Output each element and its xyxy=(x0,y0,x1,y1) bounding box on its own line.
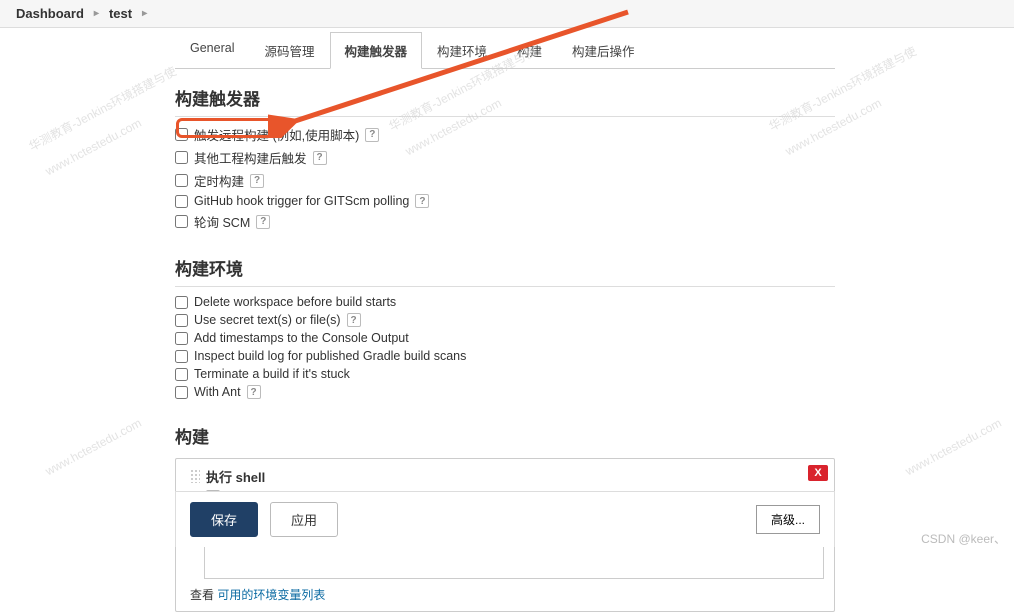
env-vars-hint: 查看 可用的环境变量列表 xyxy=(190,586,325,603)
env-delete-ws-checkbox[interactable] xyxy=(175,296,188,309)
trigger-remote-row[interactable]: 触发远程构建 (例如,使用脚本) ? xyxy=(175,123,835,146)
breadcrumb: Dashboard ▸ test ▸ xyxy=(0,0,1014,28)
csdn-watermark: CSDN @keer、 xyxy=(921,530,1006,547)
section-title-build: 构建 xyxy=(175,413,835,454)
trigger-after-checkbox[interactable] xyxy=(175,151,188,164)
watermark-text: www.hctestedu.com xyxy=(903,416,1004,478)
watermark-text: 华测教育-Jenkins环境搭建与使 xyxy=(26,62,179,154)
chevron-right-icon: ▸ xyxy=(142,8,147,19)
env-secret-label: Use secret text(s) or file(s) xyxy=(194,313,341,327)
env-delete-ws-label: Delete workspace before build starts xyxy=(194,295,396,309)
watermark-text: www.hctestedu.com xyxy=(43,116,144,178)
help-icon[interactable]: ? xyxy=(256,215,270,229)
env-terminate-checkbox[interactable] xyxy=(175,368,188,381)
env-vars-link[interactable]: 可用的环境变量列表 xyxy=(217,588,325,602)
tab-post[interactable]: 构建后操作 xyxy=(557,32,650,68)
trigger-after-label: 其他工程构建后触发 xyxy=(194,148,307,167)
trigger-timed-label: 定时构建 xyxy=(194,171,244,190)
env-secret-checkbox[interactable] xyxy=(175,314,188,327)
trigger-poll-label: 轮询 SCM xyxy=(194,212,250,231)
env-withant-checkbox[interactable] xyxy=(175,386,188,399)
env-inspect-checkbox[interactable] xyxy=(175,350,188,363)
breadcrumb-dashboard[interactable]: Dashboard xyxy=(16,6,84,21)
trigger-poll-checkbox[interactable] xyxy=(175,215,188,228)
help-icon[interactable]: ? xyxy=(415,194,429,208)
delete-build-step-button[interactable]: X xyxy=(808,465,828,481)
apply-button[interactable]: 应用 xyxy=(270,502,338,537)
trigger-after-row[interactable]: 其他工程构建后触发 ? xyxy=(175,146,835,169)
help-icon[interactable]: ? xyxy=(365,128,379,142)
trigger-timed-checkbox[interactable] xyxy=(175,174,188,187)
chevron-right-icon: ▸ xyxy=(94,8,99,19)
env-timestamps-label: Add timestamps to the Console Output xyxy=(194,331,409,345)
config-tabs: General 源码管理 构建触发器 构建环境 构建 构建后操作 xyxy=(175,32,835,69)
trigger-github-checkbox[interactable] xyxy=(175,195,188,208)
tab-general[interactable]: General xyxy=(175,32,249,68)
env-inspect-row[interactable]: Inspect build log for published Gradle b… xyxy=(175,347,835,365)
action-bar: 保存 应用 高级... xyxy=(175,491,835,547)
env-terminate-label: Terminate a build if it's stuck xyxy=(194,367,350,381)
trigger-remote-label: 触发远程构建 (例如,使用脚本) xyxy=(194,125,359,144)
help-icon[interactable]: ? xyxy=(347,313,361,327)
save-button[interactable]: 保存 xyxy=(190,502,258,537)
env-delete-ws-row[interactable]: Delete workspace before build starts xyxy=(175,293,835,311)
advanced-button[interactable]: 高级... xyxy=(756,505,820,534)
tab-env[interactable]: 构建环境 xyxy=(422,32,502,68)
section-title-env: 构建环境 xyxy=(175,245,835,287)
trigger-timed-row[interactable]: 定时构建 ? xyxy=(175,169,835,192)
trigger-poll-row[interactable]: 轮询 SCM ? xyxy=(175,210,835,233)
env-inspect-label: Inspect build log for published Gradle b… xyxy=(194,349,466,363)
section-title-triggers: 构建触发器 xyxy=(175,75,835,117)
help-icon[interactable]: ? xyxy=(313,151,327,165)
env-timestamps-row[interactable]: Add timestamps to the Console Output xyxy=(175,329,835,347)
build-step-title: 执行 shell xyxy=(206,467,265,486)
trigger-github-row[interactable]: GitHub hook trigger for GITScm polling ? xyxy=(175,192,835,210)
trigger-remote-checkbox[interactable] xyxy=(175,128,188,141)
env-timestamps-checkbox[interactable] xyxy=(175,332,188,345)
env-secret-row[interactable]: Use secret text(s) or file(s) ? xyxy=(175,311,835,329)
help-icon[interactable]: ? xyxy=(247,385,261,399)
help-icon[interactable]: ? xyxy=(250,174,264,188)
env-withant-row[interactable]: With Ant ? xyxy=(175,383,835,401)
trigger-github-label: GitHub hook trigger for GITScm polling xyxy=(194,194,409,208)
watermark-text: www.hctestedu.com xyxy=(43,416,144,478)
tab-scm[interactable]: 源码管理 xyxy=(249,32,329,68)
env-withant-label: With Ant xyxy=(194,385,241,399)
tab-build[interactable]: 构建 xyxy=(502,32,557,68)
breadcrumb-project[interactable]: test xyxy=(109,6,132,21)
tab-triggers[interactable]: 构建触发器 xyxy=(330,32,423,69)
env-vars-see: 查看 xyxy=(190,588,217,602)
drag-handle-icon[interactable] xyxy=(190,469,200,483)
env-terminate-row[interactable]: Terminate a build if it's stuck xyxy=(175,365,835,383)
